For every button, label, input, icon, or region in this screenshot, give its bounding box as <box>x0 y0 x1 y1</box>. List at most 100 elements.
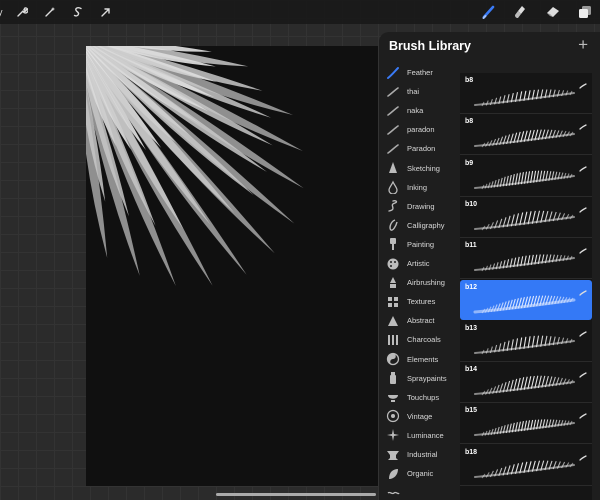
brush-type-icon <box>579 283 587 301</box>
brush-set-label: Calligraphy <box>407 220 445 230</box>
brush-item-b10[interactable]: b10 <box>460 196 592 238</box>
brush-item-b18[interactable]: b18 <box>460 444 592 488</box>
brush-type-icon <box>579 406 587 424</box>
add-brush-set-button[interactable]: + <box>578 36 588 54</box>
brush-item-b11[interactable]: b11 <box>460 238 592 281</box>
calligraphy-icon <box>386 218 400 232</box>
brush-set-drawing[interactable]: Drawing <box>379 197 457 216</box>
brush-set-industrial[interactable]: Industrial <box>379 445 457 464</box>
brush-set-label: Abstract <box>407 316 435 326</box>
brush-item-b15[interactable]: b15 <box>460 403 592 446</box>
brush-set-elements[interactable]: Elements <box>379 350 457 369</box>
sparkle-icon <box>386 428 400 442</box>
top-toolbar: y <box>0 0 600 24</box>
brush-library-panel: Brush Library + Feather thai naka paradon Pa… <box>379 32 600 500</box>
brush-type-icon <box>579 200 587 218</box>
smudge-icon[interactable] <box>512 3 530 21</box>
brush-set-thai[interactable]: thai <box>379 82 457 101</box>
brush-set-label: Charcoals <box>407 335 441 345</box>
brush-set-textures[interactable]: Textures <box>379 292 457 311</box>
spray-can-icon <box>386 371 400 385</box>
brush-icon[interactable] <box>480 3 498 21</box>
brush-set-airbrushing[interactable]: Airbrushing <box>379 273 457 292</box>
brush-set-spraypaints[interactable]: Spraypaints <box>379 369 457 388</box>
brush-set-label: Airbrushing <box>407 278 445 288</box>
brush-item-b8[interactable]: b8 <box>460 114 592 157</box>
brush-set-label: Artistic <box>407 259 430 268</box>
brush-set-painting[interactable]: Painting <box>379 235 457 254</box>
palette-icon <box>386 257 400 271</box>
brush-set-paradon[interactable]: paradon <box>379 120 457 139</box>
brush-stroke-preview <box>470 331 580 364</box>
brush-set-artistic[interactable]: Artistic <box>379 254 457 273</box>
brush-set-inking[interactable]: Inking <box>379 178 457 197</box>
brush-item-b8[interactable]: b8 <box>460 73 592 114</box>
arrow-cursor-icon[interactable] <box>97 3 115 21</box>
yin-yang-icon <box>386 352 400 366</box>
brush-set-charcoals[interactable]: Charcoals <box>379 330 457 349</box>
brush-item-b9[interactable]: b9 <box>460 155 592 199</box>
brush-list: b8 b8 b9 b10 b11 b12 b13 b14 b15 b18 <box>460 73 592 500</box>
brush-set-label: Painting <box>407 239 435 249</box>
brush-set-label: Elements <box>407 354 439 364</box>
brush-stroke-preview <box>470 166 580 199</box>
layers-icon[interactable] <box>576 3 594 21</box>
water-icon <box>386 486 400 500</box>
stroke-icon <box>386 85 400 99</box>
brush-type-icon <box>579 76 587 94</box>
brush-type-icon <box>579 448 587 466</box>
magic-wand-icon[interactable] <box>41 3 59 21</box>
brush-set-label: Vintage <box>407 411 433 421</box>
brush-type-icon <box>579 241 587 259</box>
brush-set-label: Drawing <box>407 201 435 211</box>
texture-grid-icon <box>386 295 400 309</box>
brush-set-label: thai <box>407 87 420 97</box>
pencil-tip-icon <box>386 161 400 175</box>
brush-set-label: naka <box>407 106 424 116</box>
brush-stroke-preview <box>470 83 580 116</box>
airbrush-icon <box>386 276 400 290</box>
drawing-canvas[interactable] <box>86 46 378 486</box>
brush-stroke-preview <box>470 372 580 405</box>
brush-set-label: Organic <box>407 469 434 479</box>
feather-stroke-icon <box>386 66 400 80</box>
brush-item-b14[interactable]: b14 <box>460 362 592 405</box>
brush-stroke-preview <box>470 413 580 446</box>
leaf-icon <box>386 467 400 481</box>
squiggle-icon <box>386 199 400 213</box>
ink-drop-icon <box>386 180 400 195</box>
charcoal-bars-icon <box>386 333 400 347</box>
brush-item-b13[interactable]: b13 <box>460 320 592 364</box>
brush-stroke-preview <box>470 455 580 488</box>
toolbar-left-group: y <box>0 0 125 24</box>
brush-set-paradon[interactable]: Paradon <box>379 139 457 158</box>
bowl-icon <box>386 390 400 404</box>
brush-set-more[interactable] <box>379 483 457 500</box>
brush-set-label: Textures <box>407 297 436 307</box>
brush-stroke-preview <box>470 248 580 281</box>
feather-wing-artwork <box>86 46 304 286</box>
brush-set-calligraphy[interactable]: Calligraphy <box>379 216 457 235</box>
home-indicator[interactable] <box>216 493 376 496</box>
selection-s-icon[interactable] <box>69 3 87 21</box>
brush-set-vintage[interactable]: Vintage <box>379 407 457 426</box>
anvil-icon <box>386 448 400 462</box>
eraser-icon[interactable] <box>544 3 562 21</box>
brush-set-abstract[interactable]: Abstract <box>379 311 457 330</box>
brush-set-label: paradon <box>407 125 435 135</box>
gallery-label[interactable]: y <box>0 7 3 17</box>
brush-type-icon <box>579 365 587 383</box>
brush-set-naka[interactable]: naka <box>379 101 457 120</box>
brush-set-touchups[interactable]: Touchups <box>379 388 457 407</box>
brush-set-label: Touchups <box>407 392 440 402</box>
brush-stroke-preview <box>470 124 580 157</box>
brush-set-label: Luminance <box>407 430 444 440</box>
brush-set-feather[interactable]: Feather <box>379 63 457 82</box>
panel-title: Brush Library <box>389 39 471 53</box>
brush-stroke-preview <box>470 290 580 323</box>
brush-set-sketching[interactable]: Sketching <box>379 159 457 178</box>
brush-set-luminance[interactable]: Luminance <box>379 426 457 445</box>
brush-item-b12[interactable]: b12 <box>460 279 592 323</box>
wrench-icon[interactable] <box>13 3 31 21</box>
brush-set-organic[interactable]: Organic <box>379 464 457 483</box>
